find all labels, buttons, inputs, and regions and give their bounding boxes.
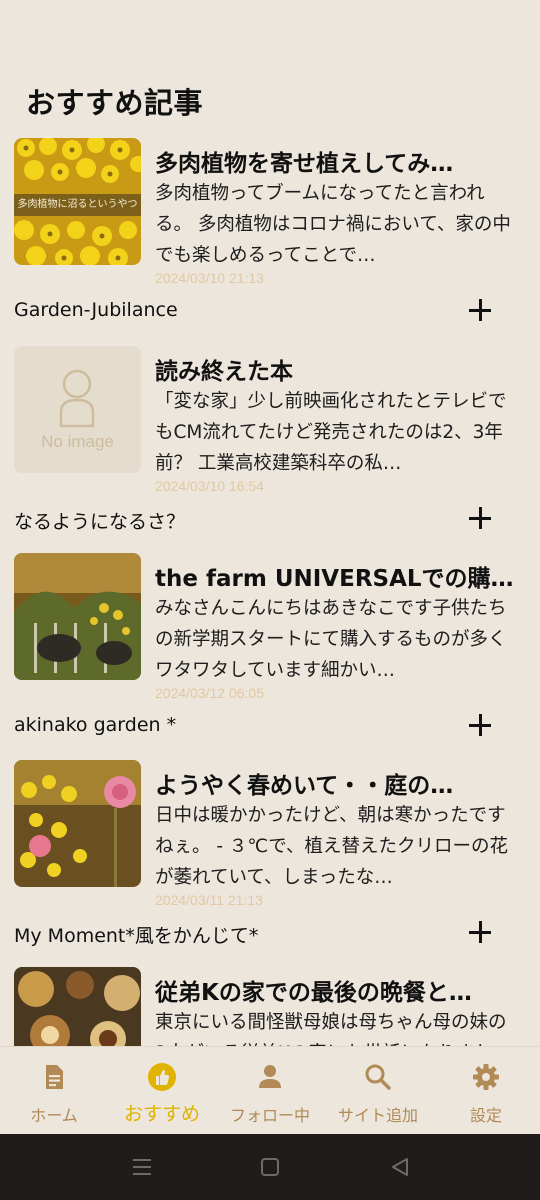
follow-plus-button[interactable] [464,294,496,326]
tab-home[interactable]: ホーム [0,1047,108,1135]
dinner-dishes-image [14,967,141,1046]
gear-icon [473,1064,499,1090]
follow-plus-button[interactable] [464,502,496,534]
article-date: 2024/03/12 06:05 [155,685,264,701]
recents-icon[interactable] [129,1154,155,1180]
home-icon[interactable] [257,1154,283,1180]
article-date: 2024/03/10 21:13 [155,270,264,286]
article-title[interactable]: ようやく春めいて・・庭の… [155,766,515,800]
article-source[interactable]: akinako garden * [14,714,176,736]
tab-settings[interactable]: 設定 [432,1047,540,1135]
article-excerpt: 東京にいる間怪獣母娘は母ちゃん母の妹の2人がいる従弟Kの家にお世話になりました… [155,1012,507,1046]
article-card[interactable]: 多肉植物に沼るというやつ 多肉植物を寄せ植えしてみ… 多肉植物ってブームになって… [0,138,540,345]
article-excerpt: 日中は暖かかったけど、朝は寒かったですねぇ。 - ３℃で、植え替えたクリローの花… [155,805,508,888]
back-icon[interactable] [387,1154,413,1180]
article-excerpt: 多肉植物ってブームになってたと言われる。 多肉植物はコロナ禍において、家の中でも… [155,183,511,266]
article-title[interactable]: 従弟Kの家での最後の晩餐と… [155,973,515,1007]
tab-label: ホーム [30,1106,78,1125]
page-title: おすすめ記事 [26,86,204,120]
article-title[interactable]: the farm UNIVERSALでの購… [155,559,515,593]
tab-add-site[interactable]: サイト追加 [324,1047,432,1135]
article-thumbnail[interactable] [14,553,141,680]
no-image-label: No image [41,432,114,451]
tab-label: おすすめ [123,1103,200,1125]
article-card[interactable]: ようやく春めいて・・庭の… 日中は暖かかったけど、朝は寒かったですねぇ。 - ３… [0,760,540,967]
article-thumbnail[interactable] [14,760,141,887]
system-navigation-bar [0,1134,540,1200]
article-thumbnail[interactable]: 多肉植物に沼るというやつ [14,138,141,265]
article-card[interactable]: No image 読み終えた本 「変な家」少し前映画化されたとテレビでもCM流れ… [0,346,540,553]
person-icon [259,1065,281,1088]
article-title[interactable]: 読み終えた本 [155,352,515,386]
article-thumbnail[interactable] [14,967,141,1046]
status-bar-area [0,0,540,70]
article-thumbnail[interactable]: No image [14,346,141,473]
tab-recommended[interactable]: おすすめ [108,1047,216,1135]
article-card[interactable]: 従弟Kの家での最後の晩餐と… 東京にいる間怪獣母娘は母ちゃん母の妹の2人がいる従… [0,967,540,1046]
tab-label: サイト追加 [337,1106,418,1125]
search-icon [365,1064,391,1090]
document-icon [46,1065,63,1089]
tab-label: フォロー中 [229,1106,310,1125]
person-placeholder-icon [59,369,95,428]
thumbnail-caption: 多肉植物に沼るというやつ [14,194,141,216]
bottom-tab-bar: ホーム おすすめ フォロー中 サイト追加 設定 [0,1046,540,1134]
thumbs-up-icon [148,1063,176,1091]
article-date: 2024/03/11 21:13 [155,892,263,908]
article-excerpt: みなさんこんにちはあきなこです子供たちの新学期スタートにて購入するものが多くワタ… [155,598,507,681]
article-excerpt: 「変な家」少し前映画化されたとテレビでもCM流れてたけど発売されたのは2、3年前… [155,391,507,474]
article-card[interactable]: the farm UNIVERSALでの購… みなさんこんにちはあきなこです子供… [0,553,540,760]
spring-flowers-image [14,760,141,887]
article-title[interactable]: 多肉植物を寄せ植えしてみ… [155,144,515,178]
follow-plus-button[interactable] [464,916,496,948]
tab-following[interactable]: フォロー中 [216,1047,324,1135]
article-source[interactable]: My Moment*風をかんじて* [14,921,258,948]
article-source[interactable]: Garden-Jubilance [14,299,178,321]
article-feed[interactable]: 多肉植物に沼るというやつ 多肉植物を寄せ植えしてみ… 多肉植物ってブームになって… [0,138,540,1046]
tab-label: 設定 [469,1106,502,1125]
follow-plus-button[interactable] [464,709,496,741]
article-date: 2024/03/10 16:54 [155,478,264,494]
potted-plants-image [14,553,141,680]
article-source[interactable]: なるようになるさ？ [14,507,185,534]
